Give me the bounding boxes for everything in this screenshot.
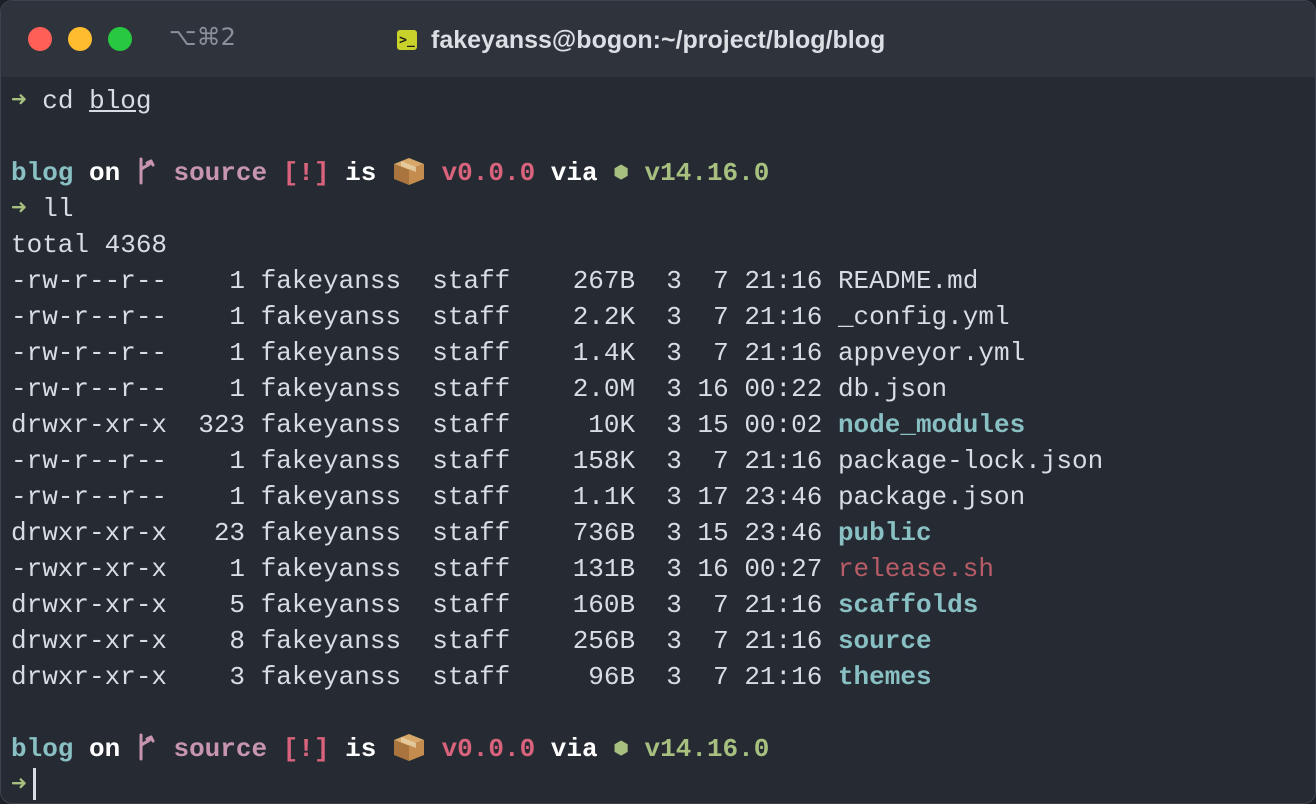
file-name: appveyor.yml [837,338,1026,368]
file-name: source [837,626,932,656]
list-item: -rw-r--r-- 1 fakeyanss staff 1.1K 3 17 2… [11,479,1311,515]
close-button[interactable] [28,27,52,51]
listing-total: total 4368 [11,230,168,260]
file-metadata: drwxr-xr-x 23 fakeyanss staff 736B 3 15 … [11,518,838,548]
command-line-cd: ➜ cd blog [11,83,1311,119]
prompt-via: via [550,158,598,188]
file-name: scaffolds [837,590,979,620]
window-title: fakeyanss@bogon:~/project/blog/blog [431,25,886,54]
title-bar: ⌥⌘2 >_ fakeyanss@bogon:~/project/blog/bl… [1,1,1315,77]
prompt-via: via [550,734,598,764]
list-item: -rw-r--r-- 1 fakeyanss staff 158K 3 7 21… [11,443,1311,479]
window-shortcut: ⌥⌘2 [169,23,236,51]
list-item: drwxr-xr-x 323 fakeyanss staff 10K 3 15 … [11,407,1311,443]
file-name: package-lock.json [837,446,1104,476]
file-metadata: drwxr-xr-x 5 fakeyanss staff 160B 3 7 21… [11,590,838,620]
command-name: ll [42,194,74,224]
file-metadata: drwxr-xr-x 3 fakeyanss staff 96B 3 7 21:… [11,662,838,692]
command-line-ll: ➜ ll [11,191,1311,227]
prompt-line: blog on source [!] is v0.0.0 via ⬢ v14.1… [11,731,1311,767]
list-item: -rw-r--r-- 1 fakeyanss staff 2.0M 3 16 0… [11,371,1311,407]
zoom-button[interactable] [108,27,132,51]
file-name: _config.yml [837,302,1010,332]
list-item: drwxr-xr-x 8 fakeyanss staff 256B 3 7 21… [11,623,1311,659]
package-box-icon [392,156,426,186]
list-item: drwxr-xr-x 3 fakeyanss staff 96B 3 7 21:… [11,659,1311,695]
file-metadata: drwxr-xr-x 323 fakeyanss staff 10K 3 15 … [11,410,838,440]
prompt-arrow-icon: ➜ [11,194,27,224]
text-cursor [32,768,36,800]
prompt-version: v0.0.0 [441,158,536,188]
terminal-icon: >_ [397,30,417,50]
file-name: README.md [837,266,979,296]
terminal-output[interactable]: ➜ cd blog blog on source [!] is v0.0.0 v… [11,83,1311,800]
current-input-line[interactable]: ➜ [11,767,1311,803]
prompt-dir: blog [11,158,74,188]
window-title-group: >_ fakeyanss@bogon:~/project/blog/blog [397,23,885,57]
prompt-line: blog on source [!] is v0.0.0 via ⬢ v14.1… [11,155,1311,191]
prompt-branch: source [173,158,268,188]
prompt-on: on [89,734,121,764]
list-item: -rw-r--r-- 1 fakeyanss staff 1.4K 3 7 21… [11,335,1311,371]
prompt-branch: source [173,734,268,764]
file-name: package.json [837,482,1026,512]
file-name: themes [837,662,932,692]
prompt-is: is [345,158,377,188]
prompt-status: [!] [282,734,330,764]
file-metadata: -rw-r--r-- 1 fakeyanss staff 2.0M 3 16 0… [11,374,838,404]
list-item: drwxr-xr-x 5 fakeyanss staff 160B 3 7 21… [11,587,1311,623]
file-metadata: -rw-r--r-- 1 fakeyanss staff 1.1K 3 17 2… [11,482,838,512]
terminal-window: ⌥⌘2 >_ fakeyanss@bogon:~/project/blog/bl… [0,0,1316,804]
file-name: db.json [837,374,948,404]
prompt-is: is [345,734,377,764]
prompt-arrow-icon: ➜ [11,770,27,800]
file-name: release.sh [837,554,994,584]
command-argument: blog [89,86,152,116]
node-hexagon-icon: ⬢ [613,164,629,184]
git-branch-icon [136,731,158,767]
node-hexagon-icon: ⬢ [613,740,629,760]
file-listing: -rw-r--r-- 1 fakeyanss staff 267B 3 7 21… [11,263,1311,695]
prompt-version: v0.0.0 [441,734,536,764]
git-branch-icon [136,155,158,191]
file-metadata: drwxr-xr-x 8 fakeyanss staff 256B 3 7 21… [11,626,838,656]
list-item: drwxr-xr-x 23 fakeyanss staff 736B 3 15 … [11,515,1311,551]
prompt-dir: blog [11,734,74,764]
prompt-node-version: v14.16.0 [644,734,770,764]
file-metadata: -rw-r--r-- 1 fakeyanss staff 2.2K 3 7 21… [11,302,838,332]
prompt-status: [!] [282,158,330,188]
package-box-icon [392,732,426,762]
minimize-button[interactable] [68,27,92,51]
file-name: node_modules [837,410,1026,440]
file-metadata: -rw-r--r-- 1 fakeyanss staff 1.4K 3 7 21… [11,338,838,368]
command-name: cd [42,86,74,116]
file-metadata: -rw-r--r-- 1 fakeyanss staff 267B 3 7 21… [11,266,838,296]
file-name: public [837,518,932,548]
list-item: -rwxr-xr-x 1 fakeyanss staff 131B 3 16 0… [11,551,1311,587]
prompt-on: on [89,158,121,188]
file-metadata: -rwxr-xr-x 1 fakeyanss staff 131B 3 16 0… [11,554,838,584]
list-item: -rw-r--r-- 1 fakeyanss staff 267B 3 7 21… [11,263,1311,299]
prompt-node-version: v14.16.0 [644,158,770,188]
file-metadata: -rw-r--r-- 1 fakeyanss staff 158K 3 7 21… [11,446,838,476]
prompt-arrow-icon: ➜ [11,86,27,116]
list-item: -rw-r--r-- 1 fakeyanss staff 2.2K 3 7 21… [11,299,1311,335]
